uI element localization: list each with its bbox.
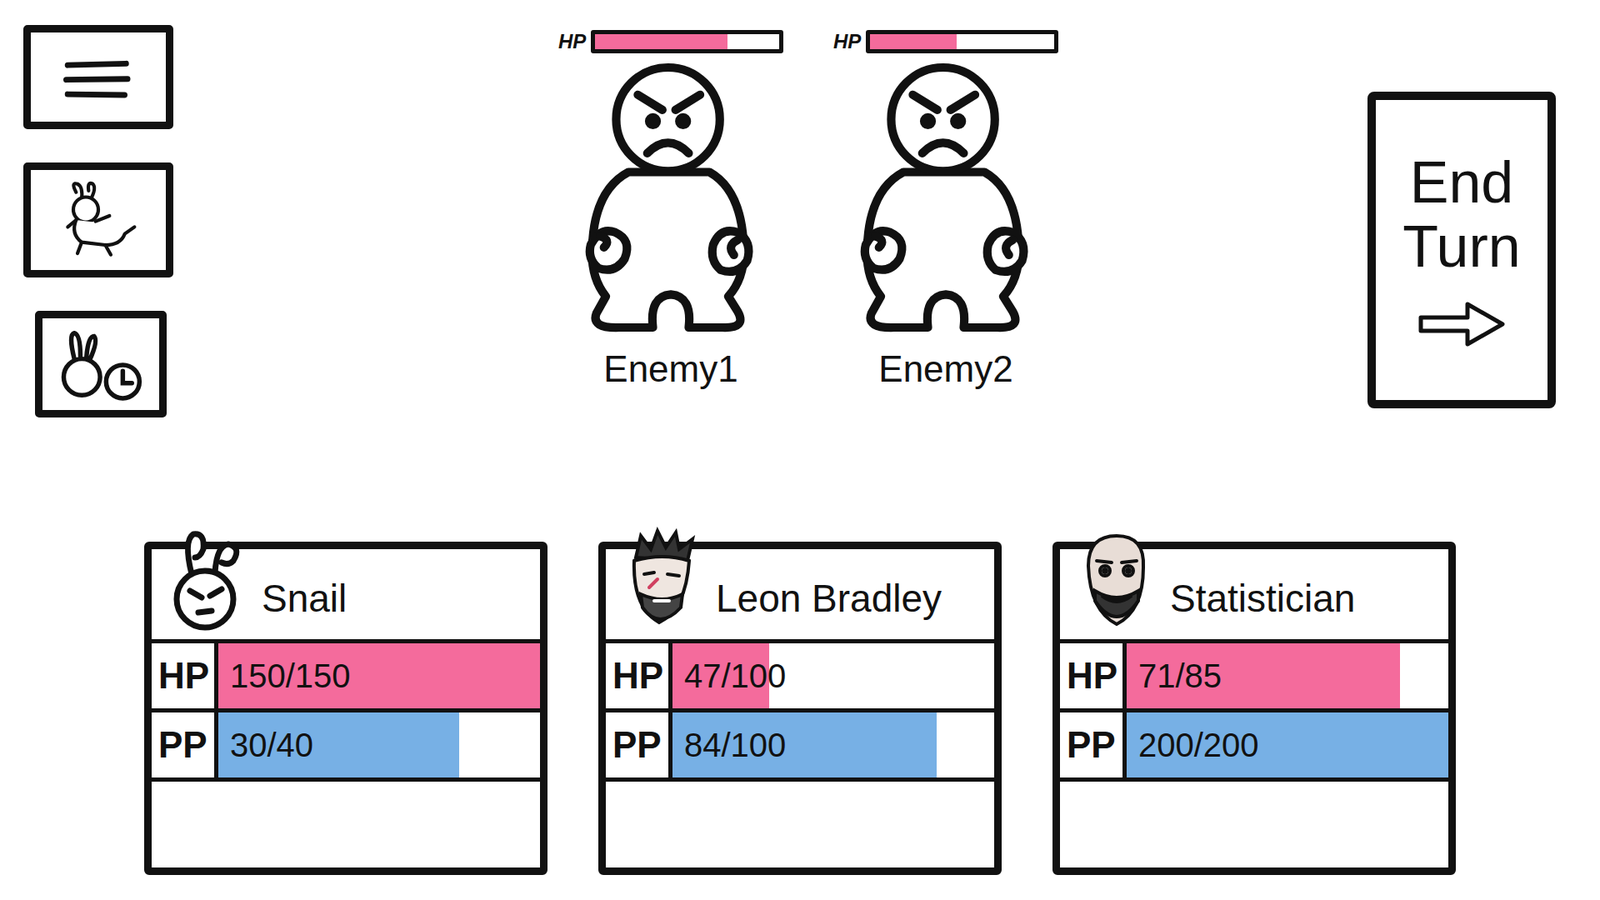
enemy-name: Enemy2 xyxy=(878,348,1013,390)
turn-controls: End Turn xyxy=(1350,0,1600,500)
status-row xyxy=(1060,781,1449,868)
hp-label: HP xyxy=(151,643,219,709)
pp-value: 200/200 xyxy=(1138,726,1260,765)
member-name: Snail xyxy=(261,575,347,633)
pp-bar: 200/200 xyxy=(1126,712,1449,778)
member-header: Snail xyxy=(151,549,540,644)
action-bar xyxy=(0,0,217,500)
snail-portrait-icon xyxy=(161,524,254,633)
enemy[interactable]: HP Enemy1 xyxy=(558,30,784,500)
hp-label: HP xyxy=(605,643,673,709)
pp-row: PP 200/200 xyxy=(1060,712,1449,782)
pp-bar: 84/100 xyxy=(672,712,995,778)
status-row xyxy=(605,781,995,868)
arrow-right-icon xyxy=(1415,299,1508,350)
party-member-card[interactable]: Leon Bradley HP 47/100 PP 84/100 xyxy=(598,541,1002,875)
party: Snail HP 150/150 PP 30/40 Leon Bradley HP 47/10… xyxy=(0,500,1600,875)
hp-value: 47/100 xyxy=(684,657,786,695)
wait-button[interactable] xyxy=(35,310,167,418)
menu-icon xyxy=(40,35,157,120)
snail-attack-icon xyxy=(40,178,157,262)
fighter-portrait-icon xyxy=(615,524,708,633)
enemy-group: HP Enemy1 HP Enemy2 xyxy=(216,0,1350,500)
hp-bar xyxy=(865,30,1059,54)
pp-row: PP 30/40 xyxy=(151,712,540,782)
hp-bar: 47/100 xyxy=(672,643,995,709)
pp-value: 30/40 xyxy=(230,726,314,765)
pp-value: 84/100 xyxy=(684,726,786,765)
hp-value: 150/150 xyxy=(230,657,351,695)
hp-row: HP 47/100 xyxy=(605,643,995,713)
battle-screen: HP Enemy1 HP Enemy2 End Turn Snail HP 150/150 PP… xyxy=(0,0,1600,900)
end-turn-button[interactable]: End Turn xyxy=(1367,91,1556,409)
member-header: Statistician xyxy=(1060,549,1449,644)
pp-bar: 30/40 xyxy=(218,712,540,778)
party-member-card[interactable]: Statistician HP 71/85 PP 200/200 xyxy=(1052,541,1456,875)
status-row xyxy=(151,781,540,868)
angry-brute-icon xyxy=(562,60,780,335)
hp-label: HP xyxy=(1060,643,1127,709)
pp-label: PP xyxy=(1060,712,1127,778)
hp-row: HP 150/150 xyxy=(151,643,540,713)
menu-button[interactable] xyxy=(23,25,174,130)
member-name: Leon Bradley xyxy=(715,575,942,633)
party-member-card[interactable]: Snail HP 150/150 PP 30/40 xyxy=(144,541,548,875)
skill-button[interactable] xyxy=(23,162,174,278)
pp-row: PP 84/100 xyxy=(605,712,995,782)
angry-brute-icon xyxy=(837,60,1055,335)
hp-bar xyxy=(590,30,784,54)
enemy-name: Enemy1 xyxy=(603,348,738,390)
hp-bar: 150/150 xyxy=(218,643,540,709)
hp-row: HP 71/85 xyxy=(1060,643,1449,713)
grinner-portrait-icon xyxy=(1070,524,1162,633)
pp-label: PP xyxy=(151,712,219,778)
enemy-hp: HP xyxy=(833,30,1059,54)
hp-bar: 71/85 xyxy=(1126,643,1449,709)
pp-label: PP xyxy=(605,712,673,778)
hp-label: HP xyxy=(558,30,586,54)
snail-clock-icon xyxy=(42,322,160,406)
member-name: Statistician xyxy=(1170,575,1355,633)
hp-value: 71/85 xyxy=(1138,657,1222,695)
enemy[interactable]: HP Enemy2 xyxy=(833,30,1059,500)
enemy-hp: HP xyxy=(558,30,784,54)
hp-label: HP xyxy=(833,30,861,54)
end-turn-label: End Turn xyxy=(1387,150,1536,280)
member-header: Leon Bradley xyxy=(605,549,995,644)
battle-area: HP Enemy1 HP Enemy2 End Turn xyxy=(0,0,1600,500)
